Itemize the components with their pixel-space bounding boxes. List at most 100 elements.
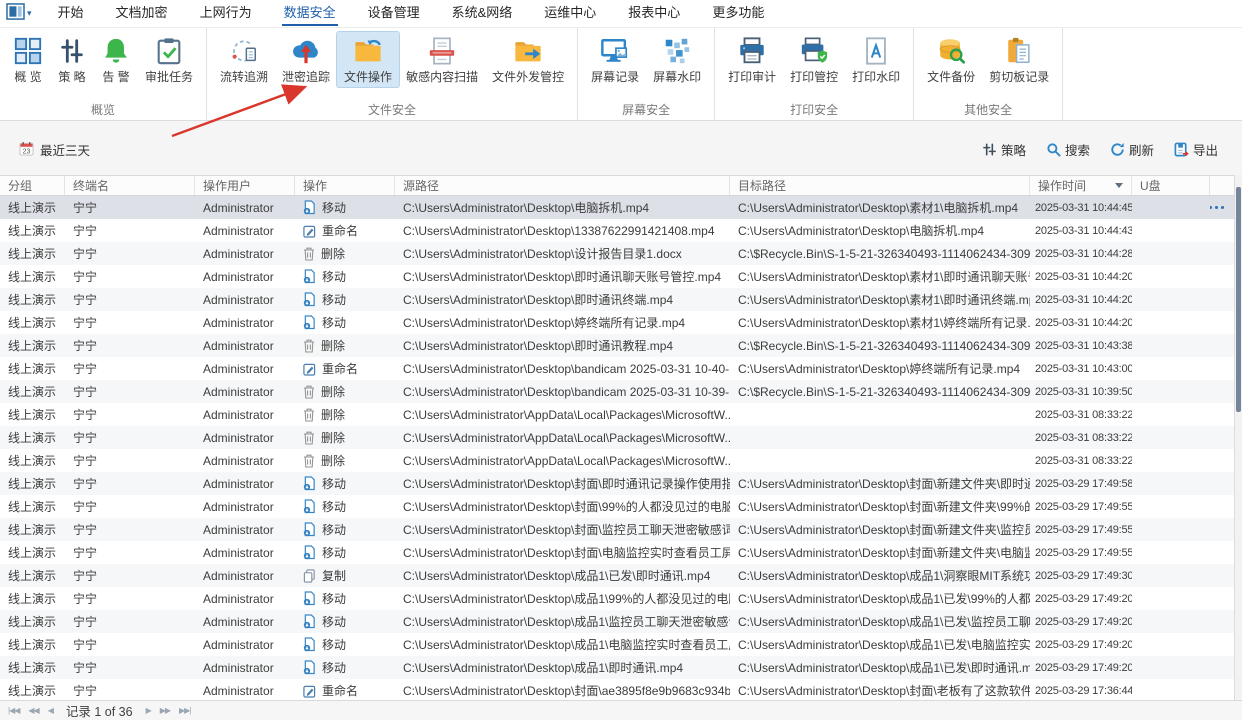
cell-target: C:\Users\Administrator\Desktop\成品1\已发\电脑… bbox=[738, 638, 1030, 652]
menu-item[interactable]: 系统&网络 bbox=[436, 0, 529, 27]
column-header-8[interactable]: U盘 bbox=[1132, 176, 1210, 195]
cell-group: 线上演示 bbox=[8, 316, 57, 330]
table-row[interactable]: 线上演示 宁宁 Administrator 删除 C:\Users\Administra… bbox=[0, 242, 1234, 265]
svg-text:23: 23 bbox=[23, 148, 31, 155]
prev-page-button[interactable]: ◀ bbox=[48, 702, 54, 720]
search-button[interactable]: 搜索 bbox=[1046, 140, 1090, 159]
ribbon-button-clipboard-record[interactable]: 剪切板记录 bbox=[982, 32, 1056, 87]
cell-user: Administrator bbox=[203, 568, 274, 583]
cell-filler bbox=[1210, 205, 1234, 210]
table-row[interactable]: 线上演示 宁宁 Administrator 删除 C:\Users\Administra… bbox=[0, 334, 1234, 357]
ribbon-button-approval[interactable]: 审批任务 bbox=[138, 32, 200, 87]
table-body: 线上演示 宁宁 Administrator 移动 C:\Users\Administra… bbox=[0, 196, 1234, 700]
ribbon-button-print-watermark[interactable]: 打印水印 bbox=[845, 32, 907, 87]
export-button[interactable]: 导出 bbox=[1174, 140, 1218, 159]
table-row[interactable]: 线上演示 宁宁 Administrator 删除 C:\Users\Administra… bbox=[0, 426, 1234, 449]
table-row[interactable]: 线上演示 宁宁 Administrator 移动 C:\Users\Administra… bbox=[0, 518, 1234, 541]
menu-item[interactable]: 开始 bbox=[42, 0, 100, 27]
table-row[interactable]: 线上演示 宁宁 Administrator 重命名 C:\Users\Administr… bbox=[0, 679, 1234, 700]
action-label: 导出 bbox=[1192, 144, 1218, 158]
date-range-filter[interactable]: 23 最近三天 bbox=[19, 140, 90, 159]
menu-item[interactable]: 报表中心 bbox=[612, 0, 696, 27]
menu-item[interactable]: 上网行为 bbox=[184, 0, 268, 27]
table-row[interactable]: 线上演示 宁宁 Administrator 复制 C:\Users\Administra… bbox=[0, 564, 1234, 587]
cell-time: 2025-03-29 17:49:20 bbox=[1035, 592, 1132, 605]
column-header-label: 操作用户 bbox=[203, 179, 252, 193]
table-row[interactable]: 线上演示 宁宁 Administrator 移动 C:\Users\Administra… bbox=[0, 633, 1234, 656]
operation-label: 删除 bbox=[321, 408, 346, 422]
table-row[interactable]: 线上演示 宁宁 Administrator 移动 C:\Users\Administra… bbox=[0, 541, 1234, 564]
fast-next-button[interactable]: ▶▶ bbox=[160, 702, 171, 720]
column-header-6[interactable]: 目标路径 bbox=[730, 176, 1030, 195]
column-header-1[interactable]: 分组 bbox=[0, 176, 65, 195]
table-row[interactable]: 线上演示 宁宁 Administrator 移动 C:\Users\Administra… bbox=[0, 265, 1234, 288]
table-row[interactable]: 线上演示 宁宁 Administrator 重命名 C:\Users\Administr… bbox=[0, 357, 1234, 380]
ribbon-button-print-audit[interactable]: 打印审计 bbox=[721, 32, 783, 87]
cell-op: 重命名 bbox=[295, 222, 395, 239]
last-page-button[interactable]: ▶▶| bbox=[179, 702, 191, 720]
cell-time: 2025-03-31 10:44:20 bbox=[1035, 270, 1132, 283]
menubar: ▾ 开始 文档加密 上网行为 数据安全 设备管理 系统&网络 运维中心 报表中心 更多功能 bbox=[0, 0, 1242, 28]
cell-source: C:\Users\Administrator\Desktop\bandicam … bbox=[403, 384, 730, 399]
ribbon-button-overview[interactable]: 概 览 bbox=[6, 32, 50, 87]
table-row[interactable]: 线上演示 宁宁 Administrator 删除 C:\Users\Administra… bbox=[0, 380, 1234, 403]
table-row[interactable]: 线上演示 宁宁 Administrator 移动 C:\Users\Administra… bbox=[0, 472, 1234, 495]
ribbon-button-alert[interactable]: 告 警 bbox=[94, 32, 138, 87]
column-header-7[interactable]: 操作时间 bbox=[1030, 176, 1132, 195]
ribbon-button-print-control[interactable]: 打印管控 bbox=[783, 32, 845, 87]
refresh-button[interactable]: 刷新 bbox=[1110, 140, 1154, 159]
menu-item[interactable]: 文档加密 bbox=[100, 0, 184, 27]
ribbon-button-content-scan[interactable]: 敏感内容扫描 bbox=[399, 32, 485, 87]
fast-prev-button[interactable]: ◀◀ bbox=[28, 702, 39, 720]
ribbon-button-leak-trace[interactable]: 泄密追踪 bbox=[275, 32, 337, 87]
ribbon-button-screen-watermark[interactable]: 屏幕水印 bbox=[646, 32, 708, 87]
menu-item[interactable]: 数据安全 bbox=[268, 0, 352, 27]
table-row[interactable]: 线上演示 宁宁 Administrator 移动 C:\Users\Administra… bbox=[0, 196, 1234, 219]
table-row[interactable]: 线上演示 宁宁 Administrator 移动 C:\Users\Administra… bbox=[0, 587, 1234, 610]
operation-label: 删除 bbox=[321, 385, 346, 399]
ribbon-group: 概 览 策 略 告 警 审批任务概览 bbox=[0, 27, 208, 120]
app-menu-button[interactable]: ▾ bbox=[6, 2, 32, 25]
cell-source: C:\Users\Administrator\Desktop\成品1\监控员工聊… bbox=[403, 615, 730, 629]
table-row[interactable]: 线上演示 宁宁 Administrator 移动 C:\Users\Administra… bbox=[0, 288, 1234, 311]
cell-terminal: 宁宁 bbox=[73, 569, 98, 583]
sliders-button[interactable]: 策略 bbox=[982, 140, 1026, 159]
cell-group: 线上演示 bbox=[8, 270, 57, 284]
cell-user: Administrator bbox=[203, 499, 274, 514]
ribbon-button-flow-trace[interactable]: 流转追溯 bbox=[213, 32, 275, 87]
column-header-5[interactable]: 源路径 bbox=[395, 176, 730, 195]
menu-item[interactable]: 运维中心 bbox=[528, 0, 612, 27]
operation-label: 删除 bbox=[321, 339, 346, 353]
menu-item[interactable]: 设备管理 bbox=[352, 0, 436, 27]
table-row[interactable]: 线上演示 宁宁 Administrator 移动 C:\Users\Administra… bbox=[0, 495, 1234, 518]
first-page-button[interactable]: |◀◀ bbox=[8, 702, 20, 720]
ribbon-button-screen-record[interactable]: 屏幕记录 bbox=[584, 32, 646, 87]
sort-filter-arrow-icon[interactable] bbox=[1115, 183, 1123, 188]
table-row[interactable]: 线上演示 宁宁 Administrator 移动 C:\Users\Administra… bbox=[0, 656, 1234, 679]
ribbon-button-file-outgoing[interactable]: 文件外发管控 bbox=[485, 32, 571, 87]
column-header-3[interactable]: 操作用户 bbox=[195, 176, 295, 195]
move-icon bbox=[303, 292, 316, 307]
ribbon-button-file-backup[interactable]: 文件备份 bbox=[920, 32, 982, 87]
table-row[interactable]: 线上演示 宁宁 Administrator 删除 C:\Users\Administra… bbox=[0, 403, 1234, 426]
action-label: 搜索 bbox=[1064, 144, 1090, 158]
scrollbar-thumb[interactable] bbox=[1236, 187, 1241, 412]
ribbon-button-file-operation[interactable]: 文件操作 bbox=[336, 31, 401, 88]
cell-source: C:\Users\Administrator\AppData\Local\Pac… bbox=[403, 453, 730, 468]
table-row[interactable]: 线上演示 宁宁 Administrator 移动 C:\Users\Administra… bbox=[0, 311, 1234, 334]
cell-source: C:\Users\Administrator\Desktop\即时通讯聊天账号管… bbox=[403, 270, 722, 284]
table-row[interactable]: 线上演示 宁宁 Administrator 移动 C:\Users\Administra… bbox=[0, 610, 1234, 633]
cell-user: Administrator bbox=[203, 522, 274, 537]
ribbon-button-policy[interactable]: 策 略 bbox=[50, 32, 94, 87]
next-page-button[interactable]: ▶ bbox=[146, 702, 152, 720]
column-header-2[interactable]: 终端名 bbox=[65, 176, 195, 195]
menu-item[interactable]: 更多功能 bbox=[696, 0, 780, 27]
vertical-scrollbar[interactable] bbox=[1234, 175, 1242, 700]
column-header-4[interactable]: 操作 bbox=[295, 176, 395, 195]
ribbon-group-caption: 概览 bbox=[91, 103, 116, 117]
more-actions-button[interactable] bbox=[1210, 205, 1224, 210]
table-row[interactable]: 线上演示 宁宁 Administrator 删除 C:\Users\Administra… bbox=[0, 449, 1234, 472]
cell-target: C:\Users\Administrator\Desktop\素材1\即时通讯聊… bbox=[738, 270, 1030, 284]
delete-icon bbox=[303, 408, 315, 422]
table-row[interactable]: 线上演示 宁宁 Administrator 重命名 C:\Users\Administr… bbox=[0, 219, 1234, 242]
